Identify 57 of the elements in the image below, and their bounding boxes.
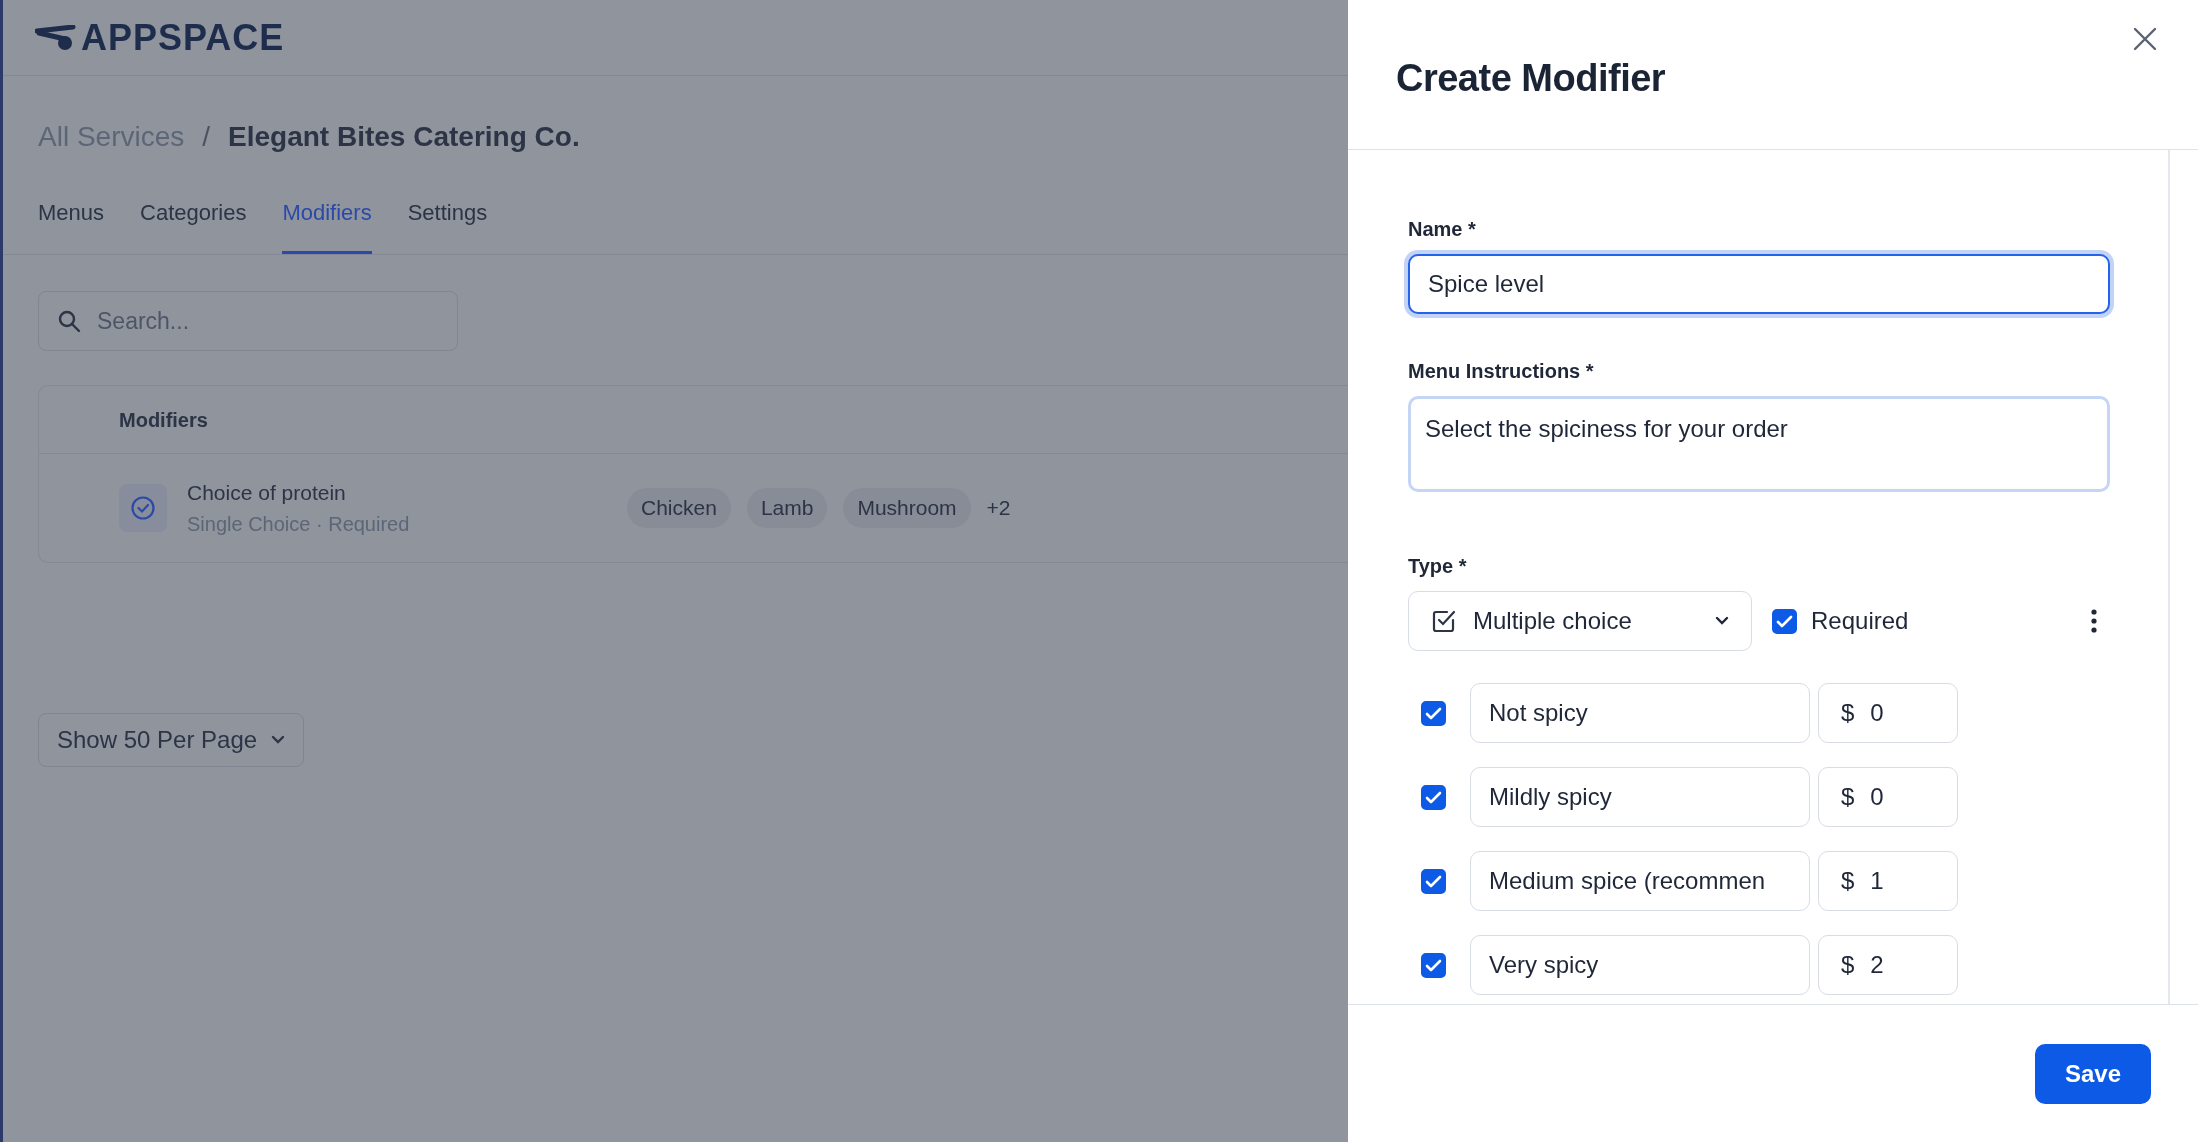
option-name-field[interactable]: Very spicy <box>1470 935 1810 995</box>
price-value: 1 <box>1870 866 1884 896</box>
close-icon[interactable] <box>2132 26 2158 52</box>
option-tag: Lamb <box>746 488 828 528</box>
tab[interactable]: Settings <box>407 196 488 254</box>
circle-check-icon <box>119 484 167 532</box>
required-checkbox[interactable] <box>1772 608 1797 634</box>
required-label: Required <box>1811 606 1909 636</box>
chevron-down-icon <box>271 735 286 745</box>
breadcrumb-separator: / <box>202 120 211 154</box>
option-checkbox[interactable] <box>1421 868 1446 894</box>
option-name-field[interactable]: Mildly spicy <box>1470 767 1810 827</box>
option-name-field[interactable]: Medium spice (recommen <box>1470 851 1810 911</box>
currency-symbol: $ <box>1841 866 1855 896</box>
price-field[interactable]: $ 0 <box>1818 767 1958 827</box>
check-icon <box>1425 790 1442 804</box>
check-icon <box>1425 874 1442 888</box>
instructions-field[interactable]: Select the spiciness for your order <box>1408 396 2110 492</box>
check-icon <box>1425 706 1442 720</box>
option-checkbox[interactable] <box>1421 952 1446 978</box>
price-value: 0 <box>1870 782 1884 812</box>
modifier-name: Choice of protein <box>187 480 347 507</box>
price-field[interactable]: $ 1 <box>1818 851 1958 911</box>
check-icon <box>1776 614 1793 628</box>
check-icon <box>1425 958 1442 972</box>
price-value: 0 <box>1870 698 1884 728</box>
type-dropdown[interactable]: Multiple choice <box>1408 591 1752 651</box>
chevron-down-icon <box>1715 616 1729 626</box>
currency-symbol: $ <box>1841 698 1855 728</box>
search-icon <box>57 309 81 333</box>
tab[interactable]: Categories <box>140 196 247 254</box>
checkbox-icon <box>1431 608 1457 634</box>
price-value: 2 <box>1870 950 1884 980</box>
breadcrumb-current: Elegant Bites Catering Co. <box>228 120 580 154</box>
option-tag: Mushroom <box>843 488 971 528</box>
option-checkbox[interactable] <box>1421 784 1446 810</box>
save-button[interactable]: Save <box>2034 1043 2151 1104</box>
option-checkbox[interactable] <box>1421 700 1446 726</box>
tab[interactable]: Menus <box>38 196 105 254</box>
more-options-icon[interactable] <box>2090 608 2098 634</box>
field-label: Type * <box>1408 554 1468 579</box>
page-size-dropdown[interactable]: Show 50 Per Page <box>38 713 305 767</box>
search-placeholder: Search... <box>97 306 190 336</box>
name-field[interactable]: Spice level <box>1408 254 2110 314</box>
field-label: Menu Instructions * <box>1408 359 1595 384</box>
price-field[interactable]: $ 0 <box>1818 683 1958 743</box>
currency-symbol: $ <box>1841 950 1855 980</box>
more-count: +2 <box>986 495 1011 522</box>
panel-title: Create Modifier <box>1396 56 1667 101</box>
price-field[interactable]: $ 2 <box>1818 935 1958 995</box>
logo-text: APPSPACE <box>81 15 285 60</box>
field-label: Name * <box>1408 217 1477 242</box>
column-header: Modifiers <box>119 407 208 433</box>
logo-icon <box>35 24 77 51</box>
option-name-field[interactable]: Not spicy <box>1470 683 1810 743</box>
option-tag: Chicken <box>627 488 731 528</box>
currency-symbol: $ <box>1841 782 1855 812</box>
